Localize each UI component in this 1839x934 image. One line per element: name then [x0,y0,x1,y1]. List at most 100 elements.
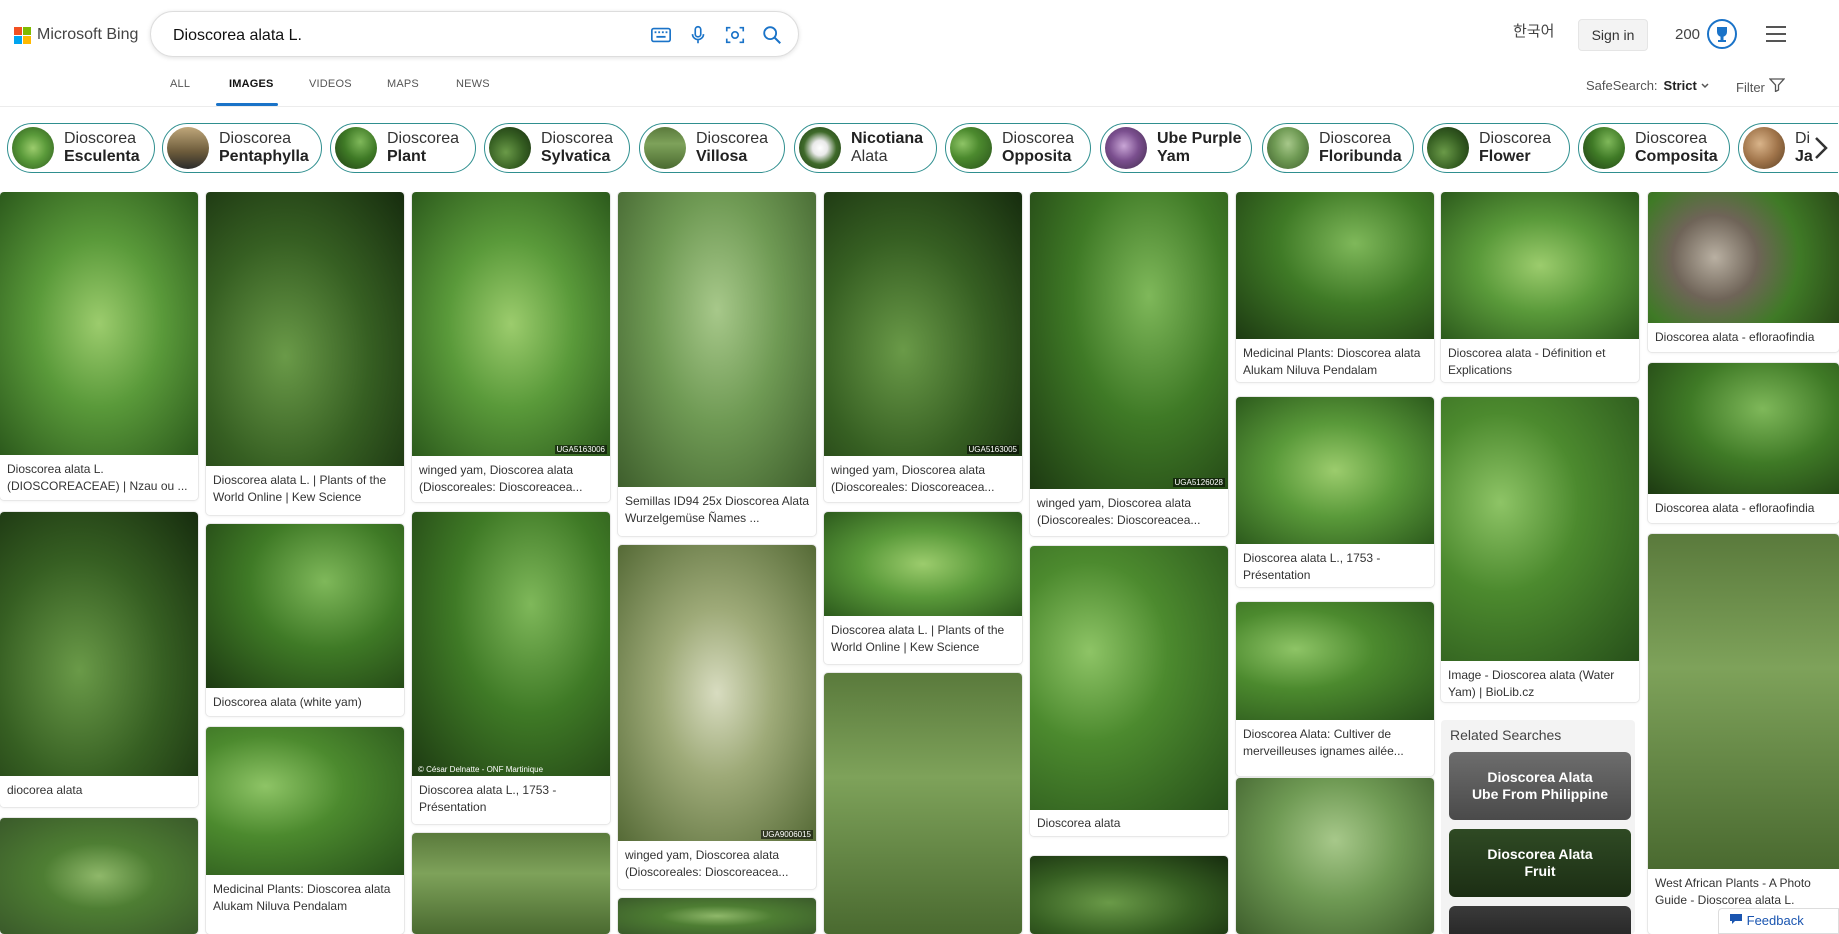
related-searches-title: Related Searches [1450,727,1562,743]
visual-search-icon[interactable] [724,24,746,46]
result-caption: Dioscorea alata L., 1753 - Présentation [1243,551,1381,582]
scope-nav: ALL IMAGES VIDEOS MAPS NEWS SafeSearch: S… [0,72,1839,107]
filter-button[interactable]: Filter [1736,78,1785,95]
chip-dioscorea-composita[interactable]: Dioscorea Composita [1578,123,1730,173]
chip-line2: Esculenta [64,148,140,165]
tab-news[interactable]: NEWS [456,78,490,90]
chip-line2: Floribunda [1319,148,1402,165]
chip-line2: Yam [1157,148,1190,165]
chip-dioscorea-flower[interactable]: Dioscorea Flower [1422,123,1570,173]
image-result[interactable]: Dioscorea alata - Définition et Explicat… [1441,192,1639,382]
tab-all[interactable]: ALL [170,78,190,90]
chip-dioscorea-pentaphylla[interactable]: Dioscorea Pentaphylla [162,123,322,173]
result-image [206,727,404,875]
image-result[interactable]: Dioscorea alata L., 1753 - Présentation [1236,397,1434,587]
hamburger-menu-icon[interactable] [1766,26,1786,42]
image-result[interactable] [824,673,1022,934]
image-result[interactable]: Dioscorea alata L. (DIOSCOREACEAE) | Nza… [0,192,198,500]
image-result[interactable] [1030,856,1228,934]
chip-line2: Opposita [1002,148,1072,165]
related-searches-panel: Related Searches Dioscorea Alata Ube Fro… [1441,720,1635,934]
related-search-card[interactable]: Dioscorea Alata Ube From Philippine [1449,752,1631,820]
image-result[interactable]: West African Plants - A Photo Guide - Di… [1648,534,1839,934]
result-caption: winged yam, Dioscorea alata (Dioscoreale… [419,463,583,494]
keyboard-icon[interactable] [650,24,672,46]
image-result[interactable] [1236,778,1434,934]
funnel-icon [1768,78,1785,93]
chip-thumbnail [335,127,377,169]
image-result[interactable] [618,898,816,934]
bing-logo[interactable]: Microsoft Bing [14,26,138,44]
tab-images[interactable]: IMAGES [229,78,274,90]
related-search-card[interactable] [1449,906,1631,934]
chip-dioscorea-opposita[interactable]: Dioscorea Opposita [945,123,1091,173]
image-result[interactable]: UGA5163005 winged yam, Dioscorea alata (… [824,192,1022,502]
safesearch-dropdown[interactable]: SafeSearch: Strict [1586,78,1710,93]
image-result[interactable]: Image - Dioscorea alata (Water Yam) | Bi… [1441,397,1639,702]
search-input[interactable] [171,24,615,48]
image-result[interactable]: Dioscorea alata (white yam) [206,524,404,716]
image-result[interactable]: Dioscorea alata - efloraofindia [1648,192,1839,352]
chip-thumbnail [1743,127,1785,169]
related-chips-carousel: Dioscorea Esculenta Dioscorea Pentaphylla … [0,122,1839,176]
image-result[interactable]: © César Delnatte - ONF Martinique Diosco… [412,512,610,824]
image-watermark: UGA5126028 [1172,478,1225,487]
chip-dioscorea-plant[interactable]: Dioscorea Plant [330,123,476,173]
tab-videos[interactable]: VIDEOS [309,78,352,90]
chevron-down-icon [1701,83,1709,89]
chip-line1: Dioscorea [64,130,137,147]
safesearch-label: SafeSearch: [1586,78,1658,93]
chip-line1: Dioscorea [696,130,769,147]
related-search-term: Fruit [1524,863,1556,879]
chevron-right-icon[interactable] [1808,134,1836,162]
microsoft-logo-icon [14,26,31,44]
image-result[interactable]: Semillas ID94 25x Dioscorea Alata Wurzel… [618,192,816,536]
chip-ube-purple-yam[interactable]: Ube Purple Yam [1100,123,1252,173]
chip-nicotiana-alata[interactable]: Nicotiana Alata [794,123,937,173]
chip-thumbnail [167,127,209,169]
chip-dioscorea-sylvatica[interactable]: Dioscorea Sylvatica [484,123,630,173]
language-link[interactable]: 한국어 [1513,20,1554,41]
result-caption: winged yam, Dioscorea alata (Dioscoreale… [625,848,789,879]
image-result[interactable]: Dioscorea alata [1030,546,1228,836]
image-result[interactable]: UGA9006015 winged yam, Dioscorea alata (… [618,545,816,889]
rewards-trophy-icon[interactable] [1707,19,1737,49]
image-result[interactable]: Dioscorea alata L. | Plants of the World… [824,512,1022,664]
image-result[interactable] [0,818,198,934]
chip-dioscorea-villosa[interactable]: Dioscorea Villosa [639,123,785,173]
tab-maps[interactable]: MAPS [387,78,419,90]
chip-thumbnail [1427,127,1469,169]
active-tab-indicator [216,103,278,106]
image-result[interactable]: UGA5126028 winged yam, Dioscorea alata (… [1030,192,1228,536]
result-image [1030,192,1228,489]
chip-dioscorea-esculenta[interactable]: Dioscorea Esculenta [7,123,155,173]
result-image [1030,546,1228,810]
result-caption: winged yam, Dioscorea alata (Dioscoreale… [831,463,995,494]
result-caption: Medicinal Plants: Dioscorea alata Alukam… [1243,346,1421,377]
chip-line2: Flower [1479,148,1531,165]
image-result[interactable]: Dioscorea alata - efloraofindia [1648,363,1839,523]
image-result[interactable]: Medicinal Plants: Dioscorea alata Alukam… [206,727,404,934]
result-image [206,192,404,466]
result-caption: Dioscorea alata L. | Plants of the World… [831,623,1005,654]
result-image [0,818,198,934]
image-result[interactable]: Dioscorea alata L. | Plants of the World… [206,192,404,515]
result-image [1236,192,1434,339]
rewards-points[interactable]: 200 [1675,26,1700,43]
image-result[interactable]: diocorea alata [0,512,198,807]
sign-in-button[interactable]: Sign in [1578,19,1648,51]
microphone-icon[interactable] [687,24,709,46]
chip-line1: Dioscorea [541,130,614,147]
related-search-card[interactable]: Dioscorea Alata Fruit [1449,829,1631,897]
feedback-button[interactable]: Feedback [1718,908,1839,934]
image-result[interactable]: Dioscorea Alata: Cultiver de merveilleus… [1236,602,1434,776]
chip-dioscorea-floribunda[interactable]: Dioscorea Floribunda [1262,123,1414,173]
image-result[interactable]: UGA5163006 winged yam, Dioscorea alata (… [412,192,610,502]
chip-thumbnail [1105,127,1147,169]
image-result[interactable]: Medicinal Plants: Dioscorea alata Alukam… [1236,192,1434,382]
logo-text: Microsoft Bing [37,26,139,43]
search-icon[interactable] [761,24,783,46]
result-image [1648,192,1839,323]
chip-line2: Pentaphylla [219,148,309,165]
image-result[interactable] [412,833,610,934]
